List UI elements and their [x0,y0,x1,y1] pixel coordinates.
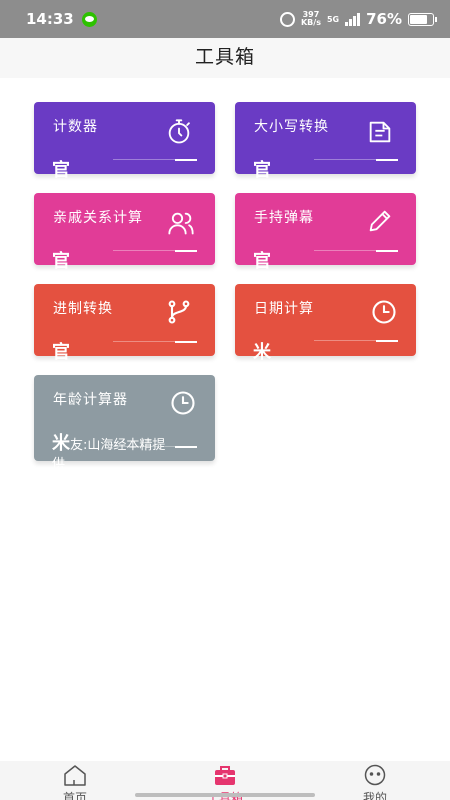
tool-card-age-calc[interactable]: 年龄计算器 米友:山海经本精提 供 [34,375,215,472]
tool-card-source-mark: 官 [52,160,70,181]
network-speed-unit: KB/s [300,18,321,27]
tab-label: 我的 [362,791,387,800]
battery-percentage: 76% [366,10,402,28]
toolbox-icon [213,764,237,789]
tool-card-counter[interactable]: 计数器 官 方 [34,102,215,199]
tool-card-title: 进制转换 [53,301,113,317]
tool-card-title: 年龄计算器 [53,392,128,408]
card-divider [113,250,197,252]
tool-card-case-convert[interactable]: 大小写转换 官 方 [235,102,416,199]
card-divider [314,250,398,252]
network-speed: 397 KB/s [301,11,321,27]
home-indicator[interactable] [135,793,315,797]
page-title: 工具箱 [194,46,255,68]
smiley-icon [363,764,387,789]
tool-card-source-mark: 官 [253,160,271,181]
signal-icon [345,12,361,26]
status-bar: 14:33 397 KB/s 5G 76% [0,0,450,38]
alarm-icon [279,11,295,27]
tab-label: 首页 [62,791,87,800]
tool-card-relatives[interactable]: 亲戚关系计算 官 方 [34,193,215,290]
clock-icon [370,298,398,326]
tool-card-radix-convert[interactable]: 进制转换 官 方 [34,284,215,381]
tab-mine[interactable]: 我的 [300,761,450,800]
page-header: 工具箱 [0,38,450,78]
wechat-notification-icon [81,11,97,27]
tool-card-source-mark: 官 [52,251,70,272]
tool-card-title: 亲戚关系计算 [53,210,143,226]
stopwatch-icon [165,118,193,146]
card-divider [113,446,197,448]
tool-card-source: 米友:山海经本精提 供 [52,415,202,474]
tool-card-source-mark: 米 [253,342,271,363]
tool-card-title: 日期计算 [254,301,314,317]
network-type: 5G [326,14,340,24]
clock-icon [169,389,197,417]
pencil-icon [366,207,394,235]
tool-card-date-calc[interactable]: 日期计算 米 友:撩到腿软提供 [235,284,416,381]
users-icon [167,209,195,237]
card-divider [314,340,398,342]
tool-card-source-mark: 官 [52,342,70,363]
card-divider [113,159,197,161]
card-divider [314,159,398,161]
status-indicators: 397 KB/s 5G 76% [279,10,437,28]
tool-card-title: 手持弹幕 [254,210,314,226]
tool-card-source-text: 友:撩到腿软提供 [253,366,349,381]
home-icon [63,764,87,789]
tool-card-handheld-danmaku[interactable]: 手持弹幕 官 方 [235,193,416,290]
document-icon [366,118,394,146]
tab-home[interactable]: 首页 [0,761,150,800]
tool-card-title: 大小写转换 [254,119,329,135]
status-time: 14:33 [26,10,74,28]
tool-card-title: 计数器 [53,119,98,135]
git-branch-icon [165,298,193,326]
tool-card-source-mark: 米 [52,433,70,454]
tool-card-source: 米 友:撩到腿软提供 [253,324,348,383]
card-divider [113,341,197,343]
tool-card-source-mark: 官 [253,251,271,272]
battery-icon [408,12,437,26]
